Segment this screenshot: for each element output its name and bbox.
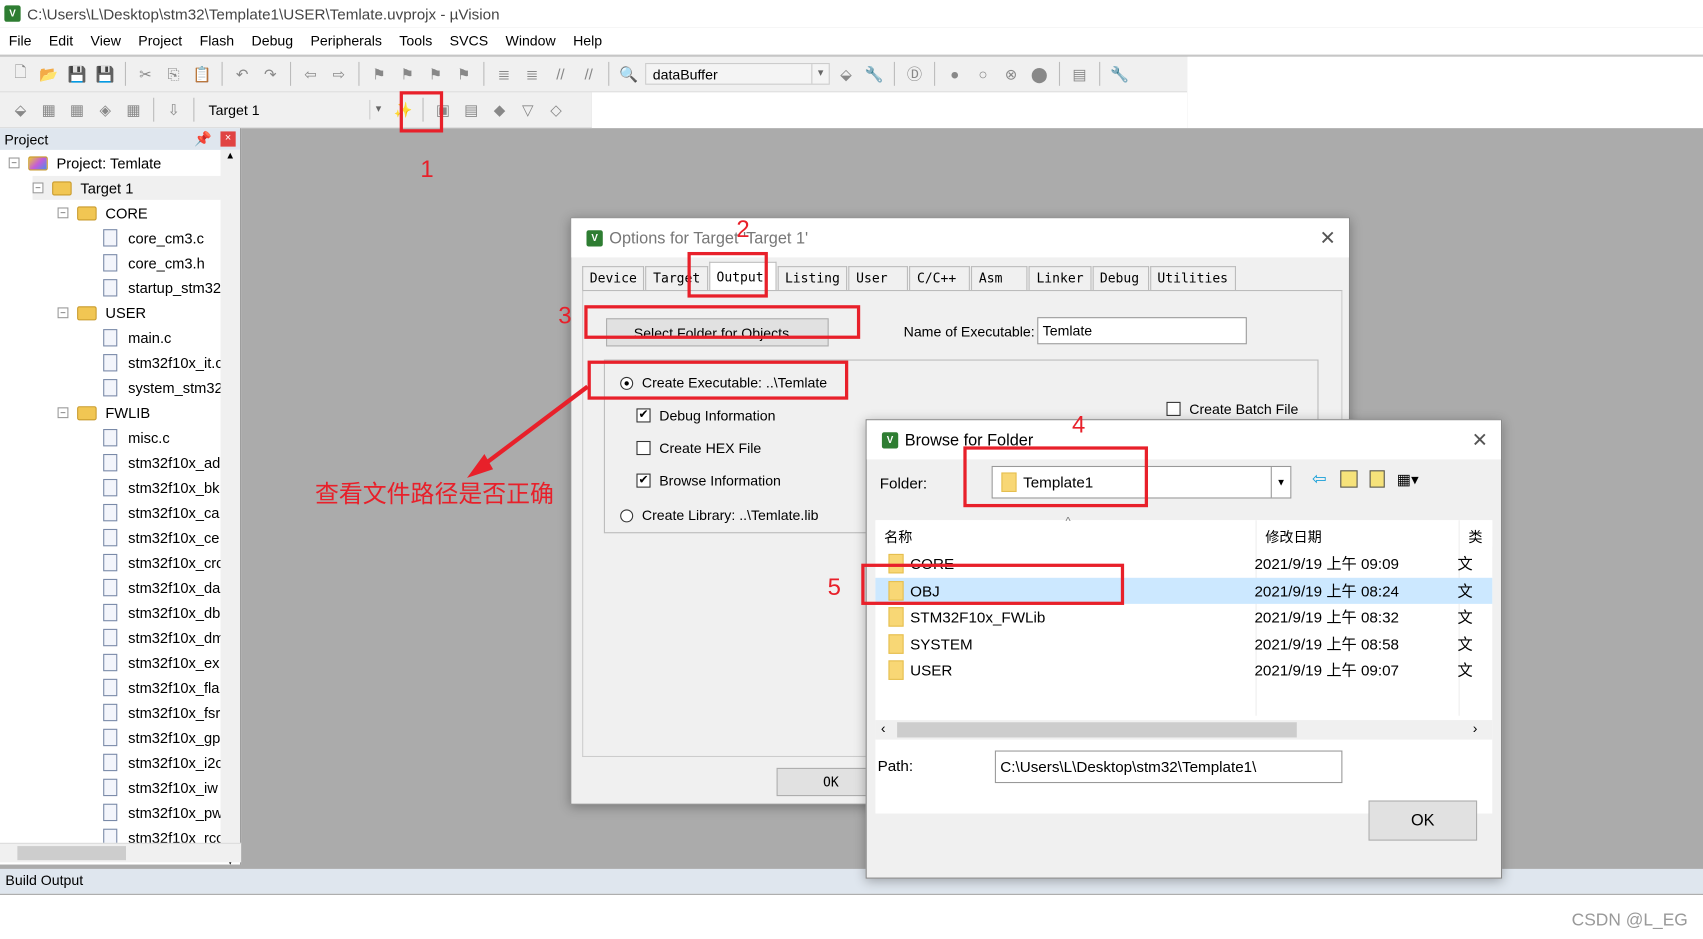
annotation-arrow-icon	[467, 384, 589, 478]
annotation-note: 查看文件路径是否正确	[314, 480, 554, 508]
uvision-window: V C:\Users\L\Desktop\stm32\Template1\USER…	[0, 0, 1703, 939]
